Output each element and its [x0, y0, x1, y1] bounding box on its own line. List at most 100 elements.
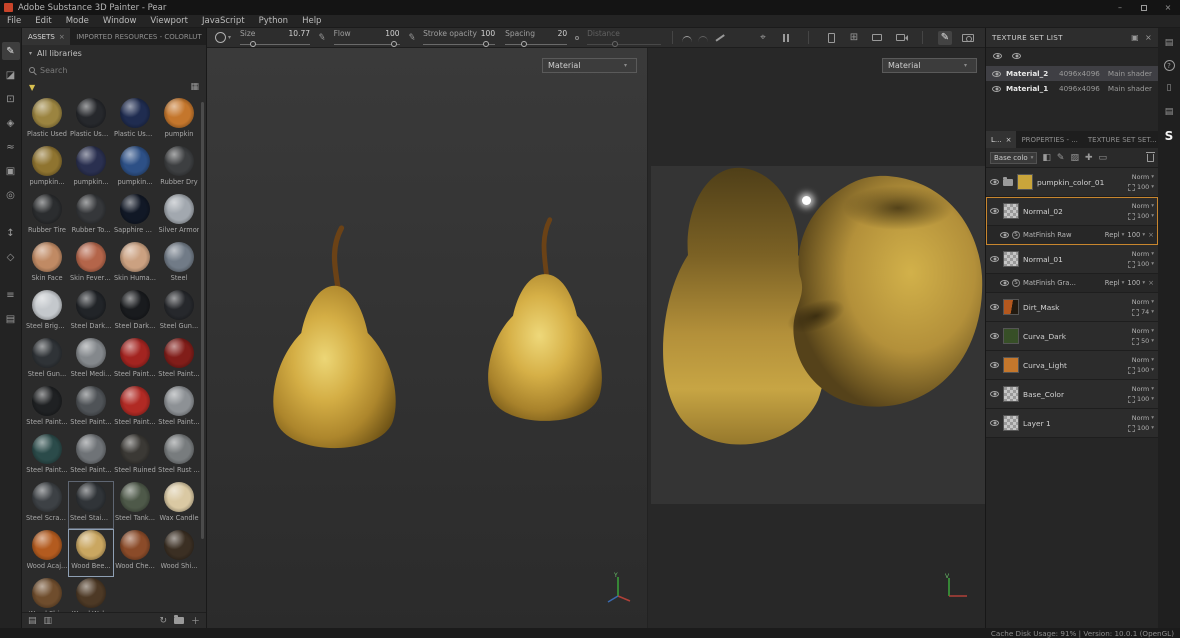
distance-toggle-icon[interactable] — [575, 35, 580, 40]
remove-sublayer-icon[interactable]: × — [1148, 231, 1154, 239]
panel-toggle-icon[interactable]: ▤ — [1162, 36, 1176, 50]
camera-icon[interactable] — [961, 31, 975, 45]
opacity-dropdown[interactable]: 100 ▾ — [1128, 366, 1154, 374]
layer-normal-02[interactable]: Normal_02 Norm ▾ 100 ▾ — [986, 197, 1158, 226]
layer-layer-1[interactable]: Layer 1 Norm ▾ 100 ▾ — [986, 409, 1158, 438]
geometry-tool-icon[interactable]: ◇ — [2, 248, 20, 266]
smudge-tool-icon[interactable]: ≈ — [2, 138, 20, 156]
visibility-eye-icon[interactable] — [993, 53, 1002, 59]
visibility-eye-icon[interactable] — [990, 420, 999, 426]
add-paint-icon[interactable]: ✎ — [1057, 153, 1065, 163]
material-steel-paint[interactable]: Steel Paint... — [69, 386, 113, 432]
material-wood-acaj[interactable]: Wood Acaj... — [25, 530, 69, 576]
menu-edit[interactable]: Edit — [28, 16, 58, 26]
shelf-tool-icon[interactable]: ▤ — [2, 310, 20, 328]
material-silver-armor[interactable]: Silver Armor — [157, 194, 201, 240]
material-steel-brigh[interactable]: Steel Brigh... — [25, 290, 69, 336]
menu-mode[interactable]: Mode — [59, 16, 96, 26]
menu-window[interactable]: Window — [96, 16, 144, 26]
material-steel-gun[interactable]: Steel Gun... — [25, 338, 69, 384]
blend-mode-dropdown[interactable]: Norm ▾ — [1132, 385, 1154, 393]
material-skin-face[interactable]: Skin Face — [25, 242, 69, 288]
material-pumpkin[interactable]: pumpkin — [157, 98, 201, 144]
visibility-eye-icon[interactable] — [1000, 280, 1009, 286]
material-wood-che[interactable]: Wood Che... — [113, 530, 157, 576]
brush-dropdown-icon[interactable]: ▾ — [228, 34, 231, 41]
material-steel-tank[interactable]: Steel Tank... — [113, 482, 157, 528]
material-pumpkin[interactable]: pumpkin... — [25, 146, 69, 192]
sublayer-matfinish-raw[interactable]: S MatFinish Raw Repl ▾ 100 ▾ × — [986, 226, 1158, 245]
add-mask-icon[interactable]: ◧ — [1042, 153, 1051, 163]
material-wax-candle[interactable]: Wax Candle — [157, 482, 201, 528]
menu-file[interactable]: File — [0, 16, 28, 26]
distance-slider[interactable]: Distance — [587, 29, 662, 47]
blend-mode-dropdown[interactable]: Repl ▾ — [1105, 279, 1125, 287]
paint-mode-icon[interactable]: ✎ — [938, 30, 952, 45]
document-icon[interactable]: ▯ — [1162, 81, 1176, 95]
blend-mode-dropdown[interactable]: Norm ▾ — [1132, 356, 1154, 364]
material-pumpkin[interactable]: pumpkin... — [69, 146, 113, 192]
menu-python[interactable]: Python — [252, 16, 295, 26]
material-rubber-tire[interactable]: Rubber Tire — [25, 194, 69, 240]
material-steel-scrat[interactable]: Steel Scrat... — [25, 482, 69, 528]
record-icon[interactable] — [893, 31, 908, 45]
material-steel-gun[interactable]: Steel Gun... — [157, 290, 201, 336]
opacity-dropdown[interactable]: 100 ▾ — [1127, 231, 1145, 239]
eraser-tool-icon[interactable]: ◪ — [2, 66, 20, 84]
opacity-dropdown[interactable]: 100 ▾ — [1128, 183, 1154, 191]
stroke-opacity-slider-knob[interactable] — [483, 40, 490, 47]
falloff-curve-icon[interactable] — [682, 36, 693, 42]
viewport-3d[interactable]: Material ▾ Y — [207, 48, 647, 628]
channel-dropdown[interactable]: Base colo ▾ — [990, 151, 1038, 164]
material-rubber-to[interactable]: Rubber To... — [69, 194, 113, 240]
visibility-eye-icon[interactable] — [990, 391, 999, 397]
blend-mode-dropdown[interactable]: Norm ▾ — [1132, 173, 1154, 181]
material-sapphire-c[interactable]: Sapphire C... — [113, 194, 157, 240]
close-panel-icon[interactable]: × — [1145, 33, 1152, 42]
folder-icon[interactable] — [173, 615, 184, 624]
close-tab-icon[interactable]: × — [1006, 136, 1012, 144]
material-pumpkin[interactable]: pumpkin... — [113, 146, 157, 192]
symmetry-icon[interactable]: ⊞ — [847, 31, 861, 45]
visibility-eye-icon[interactable] — [990, 179, 999, 185]
tab-properties[interactable]: PROPERTIES - ... — [1016, 131, 1082, 148]
export-tool-icon[interactable]: ↕ — [2, 224, 20, 242]
add-icon[interactable]: ＋ — [191, 614, 200, 627]
material-wood-wal[interactable]: Wood Wal... — [69, 578, 113, 612]
opacity-dropdown[interactable]: 100 ▾ — [1128, 395, 1154, 403]
tab-assets[interactable]: ASSETS × — [22, 28, 71, 45]
blend-mode-dropdown[interactable]: Norm ▾ — [1132, 250, 1154, 258]
material-plastic-use[interactable]: Plastic Use... — [113, 98, 157, 144]
material-picker-tool-icon[interactable]: ◎ — [2, 186, 20, 204]
visibility-eye-icon[interactable] — [990, 208, 999, 214]
menu-javascript[interactable]: JavaScript — [195, 16, 252, 26]
material-steel-painted[interactable]: Steel Painted — [113, 338, 157, 384]
search-input[interactable] — [40, 65, 199, 75]
visibility-eye-icon[interactable] — [992, 85, 1001, 92]
dock-panel-icon[interactable]: ▣ — [1131, 33, 1139, 42]
help-icon[interactable]: ? — [1163, 60, 1175, 71]
layer-dirt-mask[interactable]: Dirt_Mask Norm ▾ 74 ▾ — [986, 293, 1158, 322]
assets-scrollbar[interactable] — [201, 100, 205, 608]
close-tab-icon[interactable]: × — [59, 33, 65, 41]
material-steel-dark[interactable]: Steel Dark... — [69, 290, 113, 336]
remove-sublayer-icon[interactable]: × — [1148, 279, 1154, 287]
material-steel-ruined[interactable]: Steel Ruined — [113, 434, 157, 480]
material-plastic-use[interactable]: Plastic Use... — [69, 98, 113, 144]
material-wood-bee[interactable]: Wood Bee... — [68, 529, 114, 577]
layer-normal-01[interactable]: Normal_01 Norm ▾ 100 ▾ — [986, 245, 1158, 274]
pause-engine-icon[interactable] — [779, 31, 793, 45]
opacity-dropdown[interactable]: 74 ▾ — [1132, 308, 1154, 316]
opacity-dropdown[interactable]: 100 ▾ — [1128, 212, 1154, 220]
polygon-fill-tool-icon[interactable]: ◈ — [2, 114, 20, 132]
opacity-dropdown[interactable]: 50 ▾ — [1132, 337, 1154, 345]
add-folder-icon[interactable]: ▭ — [1099, 153, 1108, 163]
delete-layer-icon[interactable] — [1146, 151, 1155, 162]
viewport-2d[interactable]: Material ▾ V — [647, 48, 985, 628]
material-rubber-dry[interactable]: Rubber Dry — [157, 146, 201, 192]
shading-mode-dropdown-3d[interactable]: Material ▾ — [542, 58, 637, 73]
material-steel-dark[interactable]: Steel Dark... — [113, 290, 157, 336]
tablet-mode-icon[interactable] — [824, 31, 838, 45]
material-skin-feverish[interactable]: Skin Feverish — [69, 242, 113, 288]
material-steel-paint[interactable]: Steel Paint... — [157, 386, 201, 432]
